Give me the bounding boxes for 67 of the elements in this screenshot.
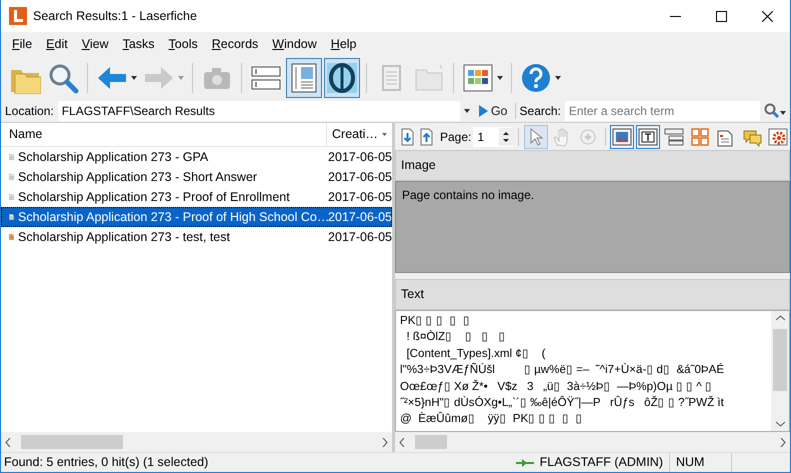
scroll-left-icon[interactable] [5,438,11,446]
scrollbar-thumb[interactable] [773,329,787,391]
menu-item[interactable]: Tools [162,32,205,56]
scroll-down-icon[interactable] [776,421,784,427]
server-status: FLAGSTAFF (ADMIN) [534,453,670,472]
pointer-button[interactable] [524,124,548,148]
menu-item[interactable]: View [74,32,116,56]
result-row[interactable]: Scholarship Application 273 - Short Answer 2017-06-05 [1,167,392,187]
sort-caret-icon [382,133,387,136]
vertical-scrollbar[interactable] [771,311,789,431]
search-icon [47,62,79,94]
page-up-icon [420,128,433,146]
oval-button[interactable] [324,58,360,98]
result-row[interactable]: Scholarship Application 273 - test, test 2017-06-05 [1,227,392,247]
scrollbar-thumb[interactable] [21,435,123,449]
menu-item[interactable]: Edit [39,32,75,56]
page-number-field[interactable]: 1 [473,126,514,146]
image-window-icon [612,126,632,146]
status-text: Found: 5 entries, 0 hit(s) (1 selected) [3,454,210,472]
result-row[interactable]: Scholarship Application 273 - Proof of High School Co…2017-06-05 [1,207,392,227]
app-logo-icon [9,7,27,25]
menu-item[interactable]: Tasks [116,32,162,56]
window-title: Search Results:1 - Laserfiche [33,8,198,25]
horizontal-scrollbar[interactable] [1,432,392,452]
spin-arrows-icon[interactable] [499,128,514,146]
num-lock-indicator: NUM [670,453,732,472]
text-window-button[interactable] [636,124,660,148]
close-icon [762,10,772,22]
scroll-right-icon[interactable] [780,438,786,446]
play-icon [478,105,488,117]
page-label: Page: [440,128,472,146]
search-icon[interactable] [764,103,786,119]
search-label: Search: [520,103,561,120]
column-header[interactable]: Creati… [326,122,382,146]
gear-window-icon [768,126,788,146]
location-label: Location: [5,103,54,120]
connection-icon [516,458,534,468]
column-header[interactable]: Name [1,125,326,144]
dropdown-caret-icon[interactable] [464,108,472,114]
menu-item[interactable]: Records [204,32,266,56]
document-pane-button[interactable] [286,58,322,98]
scroll-right-icon[interactable] [382,438,388,446]
image-window-button[interactable] [610,124,634,148]
scroll-up-icon[interactable] [776,315,784,321]
zoom-icon [578,126,598,146]
scrollbar-thumb[interactable] [415,435,447,449]
grid-icon [462,62,494,94]
panel-header: Image [395,150,790,181]
help-icon [520,62,552,94]
text-content: PK▯ ▯ ▯ ▯ ▯ ! ß¤ÒlZ▯ ▯ ▯ ▯ [Content_Types].xml ¢▯ ( l"%3÷Þ3VÆƒÑÚšl ▯ µw%ë▯ =– ˜^i7+Ù×ä-▯ d▯ &á˜0ÞAÉ Oœ£œƒ▯ Xø Ž*• V$z 3 „ü▯ 3à÷½Þ▯ —Þ%p)Oµ ▯ ▯ ^ ▯ ˝²×5}nH"▯ dÙsÓXg•L„`´▯ ‰ê|éÔŸ˝|—P rÛƒs ôŽ▯ ▯ ?˝PWŽ ìt @ ÈæÛûmø▯ ÿÿ▯ PK▯ ▯ ▯ ▯ ▯ [399,313,726,428]
thumbnails-icon [690,126,710,146]
panel-header: Text [395,279,790,310]
location-field[interactable]: FLAGSTAFF\Search Results [58,101,460,121]
maximize-icon [716,10,726,22]
scroll-left-icon[interactable] [399,438,405,446]
menu-item[interactable]: Window [265,32,324,56]
go-button[interactable]: Go [476,102,511,120]
search-field[interactable]: Enter a search term [564,101,760,121]
menu-item[interactable]: File [5,32,40,56]
result-row[interactable]: Scholarship Application 273 - Proof of Enrollment 2017-06-05 [1,187,392,207]
text-window-icon [638,126,658,146]
image-area: Page contains no image. [395,181,790,273]
result-row[interactable]: Scholarship Application 273 - GPA 2017-06-05 [1,147,392,167]
layout-icon [664,126,684,146]
menu-item[interactable]: Help [324,32,364,56]
oval-icon [326,62,358,94]
page-down-icon [401,128,414,146]
